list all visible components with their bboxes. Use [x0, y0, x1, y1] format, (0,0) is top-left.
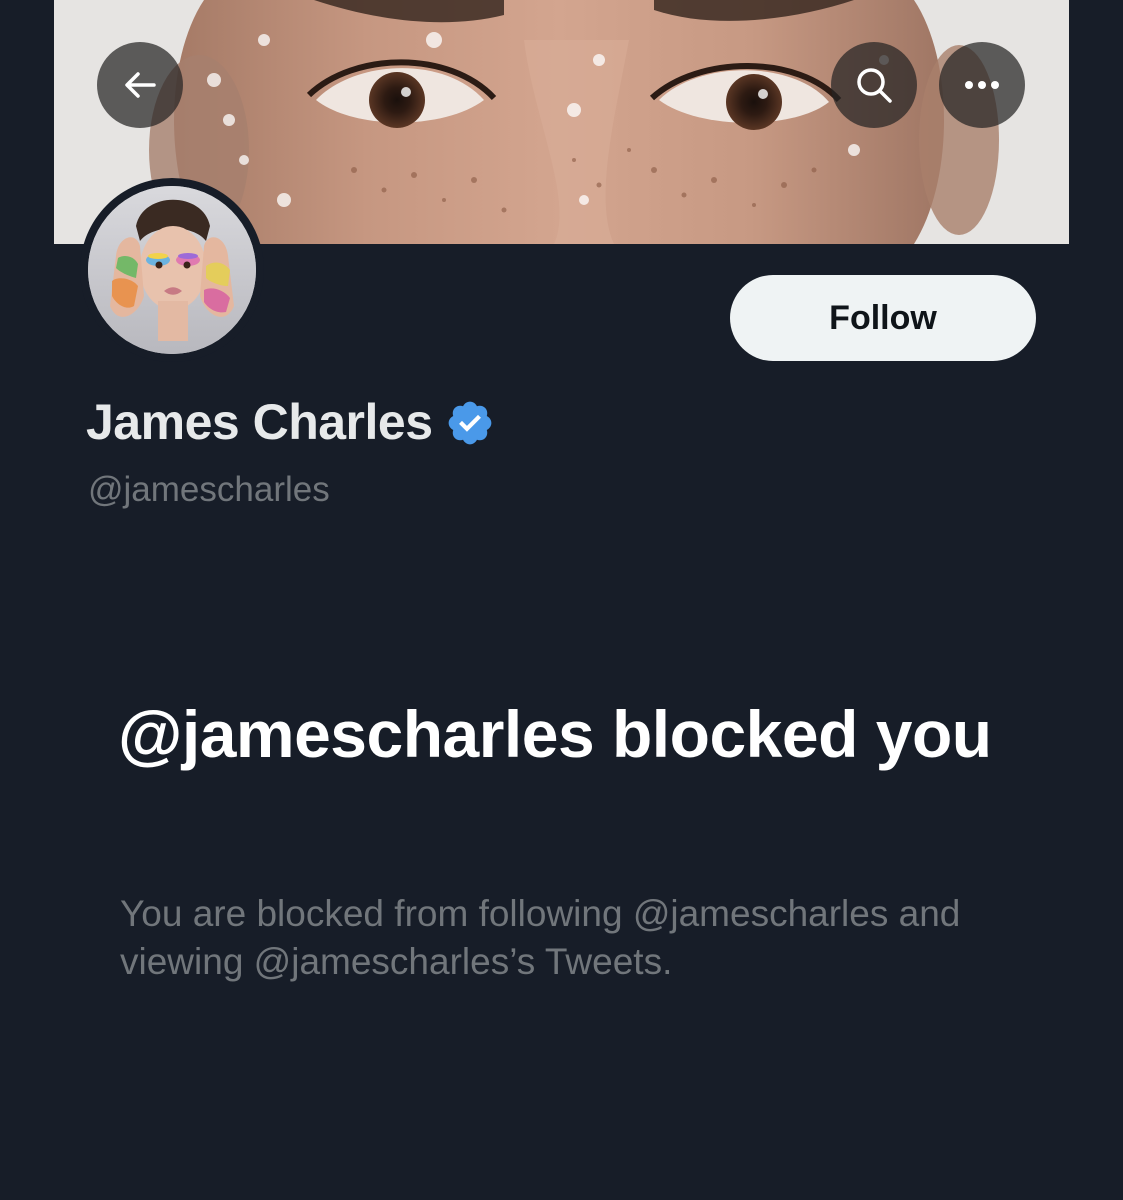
search-button[interactable] — [831, 42, 917, 128]
arrow-left-icon — [125, 72, 156, 98]
search-icon — [857, 68, 892, 103]
more-dots-icon — [965, 81, 999, 89]
profile-handle: @jamescharles — [88, 470, 330, 509]
left-margin — [0, 0, 54, 244]
follow-button[interactable]: Follow — [730, 275, 1036, 361]
blocked-notice-title: @jamescharles blocked you — [118, 697, 992, 771]
back-button[interactable] — [97, 42, 183, 128]
more-options-button[interactable] — [939, 42, 1025, 128]
avatar[interactable] — [88, 186, 256, 354]
avatar-container[interactable] — [80, 178, 264, 362]
profile-display-name: James Charles — [86, 394, 433, 450]
blocked-notice-description: You are blocked from following @jamescha… — [120, 893, 961, 982]
right-margin — [1069, 0, 1123, 244]
profile-screen: Follow James Charles @jamescharles @jame… — [0, 0, 1123, 1200]
avatar-image — [88, 186, 256, 354]
verified-badge-icon[interactable] — [445, 398, 495, 448]
